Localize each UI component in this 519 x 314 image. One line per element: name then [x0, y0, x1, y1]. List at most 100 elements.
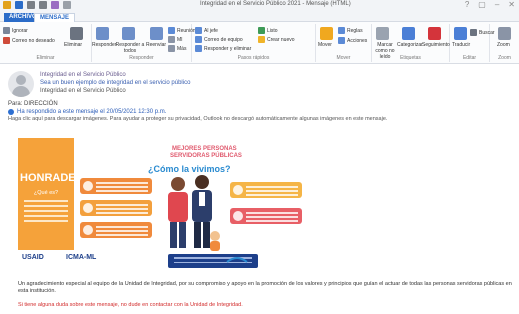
tab-message[interactable]: MENSAJE: [34, 13, 76, 22]
find-icon: [470, 29, 477, 36]
group-label-move: Mover: [336, 55, 351, 61]
window-title: Integridad en el Servicio Público 2021 -…: [200, 1, 351, 7]
poster-card-5: [230, 208, 302, 224]
ribbon: Ignorar Correo no deseado Eliminar Elimi…: [0, 22, 519, 64]
im-button[interactable]: MI: [168, 36, 183, 43]
card-text-lines: [96, 182, 148, 194]
create-new-button[interactable]: Crear nuevo: [258, 36, 295, 43]
minimize-icon[interactable]: –: [495, 0, 499, 9]
up-arrow-icon[interactable]: [51, 1, 59, 9]
ribbon-tabs: ARCHIVO MENSAJE: [0, 12, 519, 22]
poster-card-2: [80, 200, 152, 216]
card-icon: [233, 211, 243, 221]
actions-icon: [338, 37, 345, 44]
message-red-note: Si tiene alguna duda sobre este mensaje,…: [18, 302, 243, 308]
redo-icon[interactable]: [39, 1, 47, 9]
card-text-lines: [246, 212, 298, 224]
actions-label: Acciones: [347, 37, 368, 44]
help-icon[interactable]: ?: [465, 0, 469, 9]
im-icon: [168, 36, 175, 43]
ignore-button[interactable]: Ignorar: [3, 27, 28, 34]
followup-button[interactable]: Seguimiento: [422, 42, 450, 48]
avatar-body-shape: [12, 86, 30, 97]
card-icon: [83, 225, 93, 235]
more-button[interactable]: Más: [168, 45, 186, 52]
translate-icon: [454, 27, 467, 40]
move-button[interactable]: Mover: [318, 42, 332, 48]
group-label-tags: Etiquetas: [400, 55, 421, 61]
to-label: Para:: [8, 101, 23, 107]
info-bar[interactable]: Ha respondido a este mensaje el 20/05/20…: [8, 109, 166, 115]
sender-address[interactable]: Integridad en el Servicio Público: [40, 72, 126, 78]
forward-button[interactable]: Reenviar: [146, 42, 166, 48]
ribbon-group-edit: Traducir Buscar Editar: [450, 24, 495, 62]
done-label: Listo: [267, 27, 278, 34]
im-label: MI: [177, 36, 183, 43]
team-email-button[interactable]: Correo de equipo: [195, 36, 243, 43]
group-label-quick-steps: Pasos rápidos: [237, 55, 270, 61]
card-icon: [83, 203, 93, 213]
avatar: [8, 71, 34, 97]
avatar-head-shape: [16, 75, 26, 85]
done-button[interactable]: Listo: [258, 27, 278, 34]
to-row: Para: DIRECCIÓN: [8, 101, 58, 107]
ignore-icon: [3, 27, 10, 34]
message-subject: Sea un buen ejemplo de integridad en el …: [40, 80, 191, 86]
icma-logo: ICMA-ML: [66, 254, 97, 261]
team-email-icon: [195, 36, 202, 43]
reply-delete-button[interactable]: Responder y eliminar: [195, 45, 251, 52]
junk-button[interactable]: Correo no deseado: [3, 37, 55, 44]
junk-icon: [3, 37, 10, 44]
zoom-button[interactable]: Zoom: [497, 42, 510, 48]
rules-button[interactable]: Reglas: [338, 27, 363, 34]
done-icon: [258, 27, 265, 34]
download-images-notice[interactable]: Haga clic aquí para descargar imágenes. …: [8, 116, 387, 122]
actions-button[interactable]: Acciones: [338, 37, 367, 44]
poster-card-3: [80, 222, 152, 238]
create-new-label: Crear nuevo: [267, 36, 295, 43]
categorize-icon: [402, 27, 415, 40]
meeting-icon: [168, 27, 175, 34]
reply-icon: [96, 27, 109, 40]
info-icon: [8, 109, 14, 115]
reply-delete-label: Responder y eliminar: [204, 45, 252, 52]
customize-icon[interactable]: [63, 1, 71, 9]
to-manager-button[interactable]: Al jefe: [195, 27, 218, 34]
card-icon: [83, 181, 93, 191]
ribbon-group-move: Mover Reglas Acciones Mover: [316, 24, 372, 62]
sender-name[interactable]: Integridad en el Servicio Público: [40, 88, 126, 94]
team-email-label: Correo de equipo: [204, 36, 243, 43]
card-text-lines: [246, 186, 298, 198]
reply-button[interactable]: Responder: [92, 42, 116, 48]
zoom-icon: [498, 27, 511, 40]
more-icon: [168, 45, 175, 52]
restore-icon[interactable]: ▢: [478, 0, 486, 9]
reply-all-icon: [122, 27, 135, 40]
card-icon: [233, 185, 243, 195]
reply-all-button[interactable]: Responder a todos: [114, 42, 146, 54]
ribbon-group-respond: Responder Responder a todos Reenviar Reu…: [92, 24, 196, 62]
undo-icon[interactable]: [27, 1, 35, 9]
group-label-zoom: Zoom: [498, 55, 511, 61]
categorize-button[interactable]: Categorizar: [397, 42, 423, 48]
mark-unread-icon: [376, 27, 389, 40]
message-header: Integridad en el Servicio Público Sea un…: [0, 64, 519, 124]
delete-button[interactable]: Eliminar: [64, 42, 82, 48]
group-label-respond: Responder: [129, 55, 154, 61]
create-new-icon: [258, 36, 265, 43]
poster-left-title: HONRADEZ: [20, 172, 83, 184]
close-icon[interactable]: ✕: [508, 0, 515, 9]
info-text: Ha respondido a este mensaje el 20/05/20…: [17, 109, 167, 115]
translate-button[interactable]: Traducir: [452, 42, 470, 48]
card-text-lines: [96, 226, 148, 238]
poster-card-1: [80, 178, 152, 194]
delete-icon: [70, 27, 83, 40]
to-recipient[interactable]: DIRECCIÓN: [24, 101, 58, 107]
poster-image: HONRADEZ ¿Qué es? MEJORES PERSONAS SERVI…: [18, 138, 502, 268]
title-bar: Integridad en el Servicio Público 2021 -…: [0, 0, 519, 12]
message-body-text: Un agradecimiento especial al equipo de …: [18, 281, 512, 294]
ribbon-group-quick-steps: Al jefe Correo de equipo Responder y eli…: [192, 24, 316, 62]
save-icon[interactable]: [15, 1, 23, 9]
usaid-logo: USAID: [22, 254, 44, 261]
quick-access-toolbar: [3, 1, 71, 9]
